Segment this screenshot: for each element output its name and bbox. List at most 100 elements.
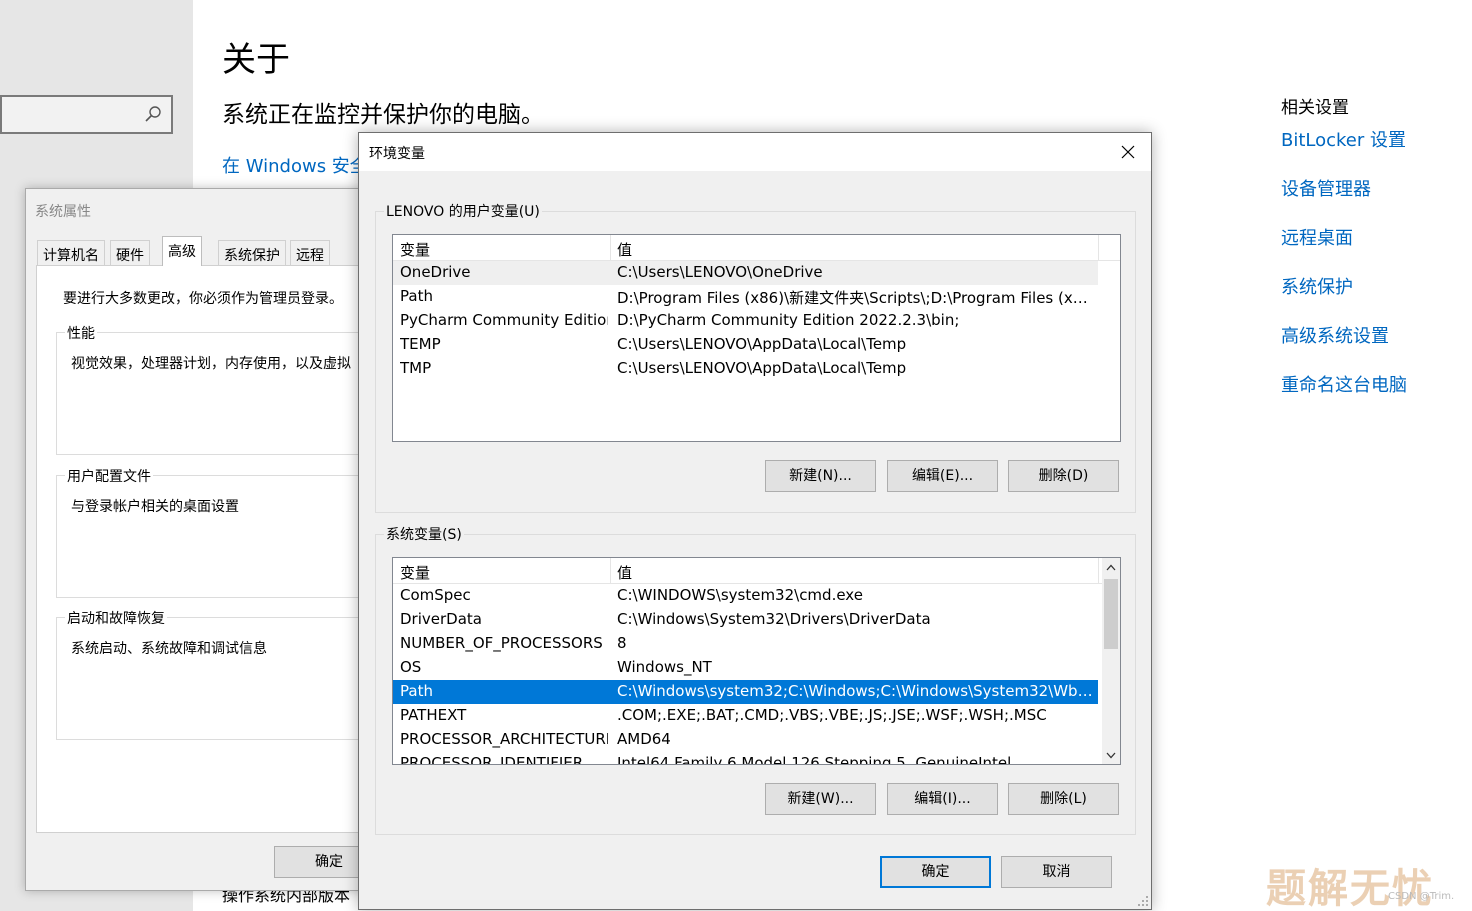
advanced-system-settings-link[interactable]: 高级系统设置 [1281,325,1471,374]
tab-computer-name[interactable]: 计算机名 [37,240,105,265]
variable-name: PyCharm Community Edition [400,311,608,329]
group-description: 视觉效果，处理器计划，内存使用，以及虚拟 [71,356,351,372]
table-row-selected[interactable]: Path C:\Windows\system32;C:\Windows;C:\W… [393,680,1098,704]
group-description: 系统启动、系统故障和调试信息 [71,641,267,657]
variable-value: D:\Program Files (x86)\新建文件夹\Scripts\;D:… [617,289,1095,307]
admin-note: 要进行大多数更改，你必须作为管理员登录。 [63,291,343,307]
user-variables-label: LENOVO 的用户变量(U) [384,201,542,221]
dialog-title: 系统属性 [35,204,91,220]
user-delete-button[interactable]: 删除(D) [1008,460,1119,492]
group-description: 与登录帐户相关的桌面设置 [71,499,239,515]
variable-name: OS [400,658,422,676]
system-variables-group: 系统变量(S) 变量 值 ComSpec C:\WINDOWS\system32… [375,524,1136,835]
variable-name: DriverData [400,610,482,628]
vertical-scrollbar[interactable] [1102,558,1120,764]
resize-grip-icon[interactable] [1137,895,1149,907]
startup-recovery-group: 启动和故障恢复 系统启动、系统故障和调试信息 [56,608,376,740]
group-legend: 用户配置文件 [65,466,153,486]
system-protection-link[interactable]: 系统保护 [1281,276,1471,325]
windows-security-link[interactable]: 在 Windows 安全 [222,152,368,178]
table-row[interactable]: TMP C:\Users\LENOVO\AppData\Local\Temp [393,357,1098,381]
system-variables-label: 系统变量(S) [384,524,464,544]
column-header-value[interactable]: 值 [617,239,632,260]
protect-status-text: 系统正在监控并保护你的电脑。 [222,102,544,128]
column-divider[interactable] [610,235,611,261]
variable-name: TMP [400,359,432,377]
tab-advanced[interactable]: 高级 [162,236,202,266]
system-edit-button[interactable]: 编辑(I)... [887,783,998,815]
table-row[interactable]: Path D:\Program Files (x86)\新建文件夹\Script… [393,285,1098,309]
csdn-watermark: CSDN @Trim. [1388,891,1455,902]
tab-remote[interactable]: 远程 [290,240,330,265]
table-row[interactable]: PyCharm Community Edition D:\PyCharm Com… [393,309,1098,333]
variable-value: C:\Users\LENOVO\AppData\Local\Temp [617,335,907,353]
performance-group: 性能 视觉效果，处理器计划，内存使用，以及虚拟 [56,323,376,455]
variable-name: ComSpec [400,586,471,604]
list-header: 变量 值 [393,235,1120,261]
device-manager-link[interactable]: 设备管理器 [1281,178,1471,227]
tab-system-protection[interactable]: 系统保护 [218,240,286,265]
variable-name: NUMBER_OF_PROCESSORS [400,634,603,652]
variable-value: C:\Windows\System32\Drivers\DriverData [617,610,931,628]
variable-name: TEMP [400,335,441,353]
user-edit-button[interactable]: 编辑(E)... [887,460,998,492]
page-title: 关于 [222,40,290,80]
tab-hardware[interactable]: 硬件 [110,240,150,265]
cancel-button[interactable]: 取消 [1001,856,1112,888]
table-row[interactable]: OS Windows_NT [393,656,1098,680]
group-legend: 启动和故障恢复 [65,608,167,628]
column-divider[interactable] [1098,558,1099,584]
watermark-logo: 题解无忧 [1266,866,1434,911]
search-icon[interactable] [144,105,162,123]
variable-value: .COM;.EXE;.BAT;.CMD;.VBS;.VBE;.JS;.JSE;.… [617,706,1047,724]
table-row[interactable]: PATHEXT .COM;.EXE;.BAT;.CMD;.VBS;.VBE;.J… [393,704,1098,728]
variable-name: OneDrive [400,263,471,281]
related-settings-title: 相关设置 [1281,98,1349,118]
table-row[interactable]: ComSpec C:\WINDOWS\system32\cmd.exe [393,584,1098,608]
variable-value: C:\Windows\system32;C:\Windows;C:\Window… [617,682,1095,700]
system-properties-dialog: 系统属性 计算机名 硬件 高级 系统保护 远程 要进行大多数更改，你必须作为管理… [25,188,384,891]
variable-value: Windows_NT [617,658,712,676]
system-delete-button[interactable]: 删除(L) [1008,783,1119,815]
close-icon [1121,145,1135,159]
variable-value: Intel64 Family 6 Model 126 Stepping 5, G… [617,754,1012,765]
variable-name: PROCESSOR_IDENTIFIER [400,754,584,765]
user-profiles-group: 用户配置文件 与登录帐户相关的桌面设置 [56,466,376,598]
table-row[interactable]: PROCESSOR_ARCHITECTURE AMD64 [393,728,1098,752]
table-row[interactable]: PROCESSOR_IDENTIFIER Intel64 Family 6 Mo… [393,752,1098,765]
title-bar: 环境变量 [359,133,1151,171]
dialog-title: 环境变量 [369,146,425,162]
table-row[interactable]: DriverData C:\Windows\System32\Drivers\D… [393,608,1098,632]
related-settings: 相关设置 BitLocker 设置 设备管理器 远程桌面 系统保护 高级系统设置… [1281,93,1471,423]
chevron-down-icon [1106,752,1116,758]
table-row[interactable]: TEMP C:\Users\LENOVO\AppData\Local\Temp [393,333,1098,357]
advanced-tab-page: 要进行大多数更改，你必须作为管理员登录。 性能 视觉效果，处理器计划，内存使用，… [36,265,376,833]
variable-value: C:\Users\LENOVO\AppData\Local\Temp [617,359,907,377]
variable-name: PATHEXT [400,706,467,724]
system-new-button[interactable]: 新建(W)... [765,783,876,815]
scroll-down-button[interactable] [1102,746,1120,764]
scrollbar-thumb[interactable] [1104,579,1118,649]
remote-desktop-link[interactable]: 远程桌面 [1281,227,1471,276]
rename-pc-link[interactable]: 重命名这台电脑 [1281,374,1471,423]
group-legend: 性能 [65,323,97,343]
user-new-button[interactable]: 新建(N)... [765,460,876,492]
bitlocker-settings-link[interactable]: BitLocker 设置 [1281,129,1471,178]
table-row[interactable]: NUMBER_OF_PROCESSORS 8 [393,632,1098,656]
column-divider[interactable] [1098,235,1099,261]
user-variables-group: LENOVO 的用户变量(U) 变量 值 OneDrive C:\Users\L… [375,201,1136,513]
column-divider[interactable] [610,558,611,584]
ok-button[interactable]: 确定 [880,856,991,888]
close-button[interactable] [1105,133,1151,171]
column-header-value[interactable]: 值 [617,562,632,583]
variable-value: C:\Users\LENOVO\OneDrive [617,263,823,281]
scroll-up-button[interactable] [1102,558,1120,576]
system-variables-list[interactable]: 变量 值 ComSpec C:\WINDOWS\system32\cmd.exe… [392,557,1121,765]
variable-value: AMD64 [617,730,671,748]
settings-search-input[interactable] [0,95,173,134]
table-row[interactable]: OneDrive C:\Users\LENOVO\OneDrive [393,261,1098,285]
chevron-up-icon [1106,564,1116,570]
user-variables-list[interactable]: 变量 值 OneDrive C:\Users\LENOVO\OneDrive P… [392,234,1121,442]
column-header-variable[interactable]: 变量 [400,562,430,583]
column-header-variable[interactable]: 变量 [400,239,430,260]
